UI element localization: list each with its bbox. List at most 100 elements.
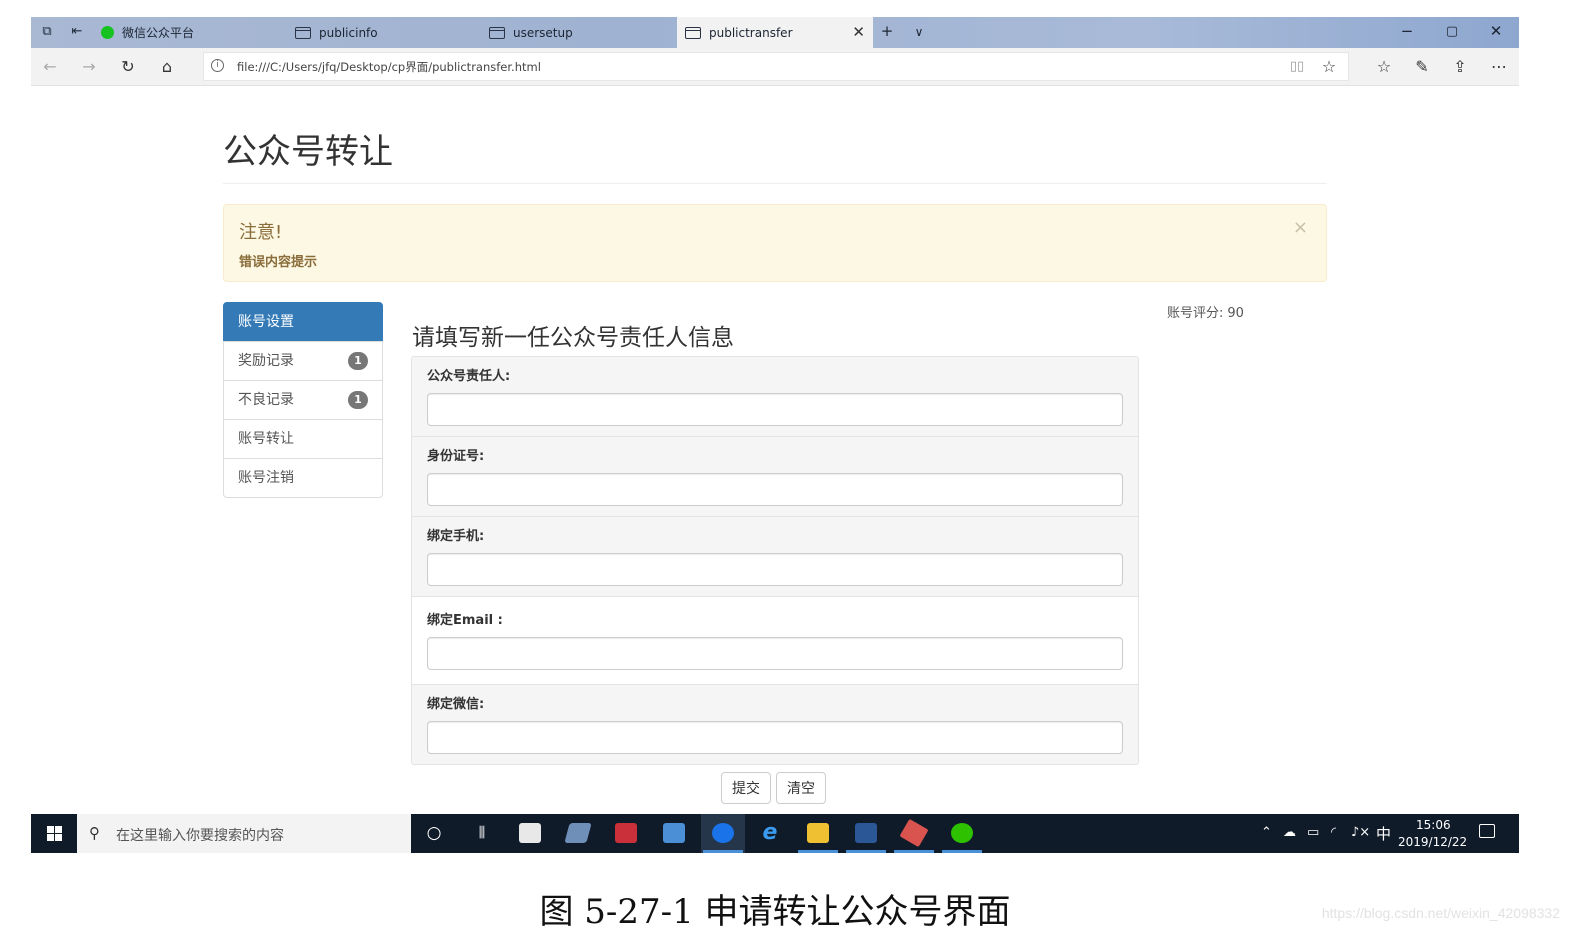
minimize-icon[interactable]: −: [1397, 22, 1417, 40]
sidebar-item-deactivate[interactable]: 账号注销: [223, 458, 383, 498]
owner-label: 公众号责任人:: [427, 369, 511, 384]
title-divider: [223, 183, 1327, 184]
share-icon[interactable]: ⇪: [1449, 57, 1471, 77]
close-tab-icon[interactable]: ✕: [852, 23, 865, 41]
file-explorer-icon[interactable]: [807, 823, 829, 843]
reading-view-icon[interactable]: ▯▯: [1286, 57, 1308, 77]
sidebar-item-label: 账号转让: [238, 431, 294, 447]
url-field[interactable]: i file:///C:/Users/jfq/Desktop/cp界面/publ…: [203, 52, 1349, 81]
windows-taskbar: ⚲ 在这里输入你要搜索的内容 ○ ⫼ e ⌃ ☁ ▭ ◜ ♪× 中 15:06 …: [31, 814, 1519, 853]
volume-muted-icon[interactable]: ♪×: [1351, 825, 1370, 840]
sidebar-item-transfer[interactable]: 账号转让: [223, 419, 383, 459]
transfer-form: 公众号责任人: 身份证号: 绑定手机: 绑定Email : 绑定微信:: [411, 356, 1139, 765]
forward-icon[interactable]: →: [78, 57, 100, 77]
url-text[interactable]: file:///C:/Users/jfq/Desktop/cp界面/public…: [237, 59, 541, 75]
form-group-wechat: 绑定微信:: [412, 685, 1138, 764]
more-menu-icon[interactable]: ⋯: [1488, 57, 1510, 77]
email-input[interactable]: [427, 637, 1123, 670]
wechat-label: 绑定微信:: [427, 697, 485, 712]
wifi-icon[interactable]: ◜: [1331, 825, 1336, 840]
sidebar-item-label: 不良记录: [238, 392, 294, 408]
sidebar-nav: 账号设置 奖励记录 1 不良记录 1 账号转让 账号注销: [223, 302, 383, 498]
clear-button[interactable]: 清空: [776, 772, 826, 804]
battery-icon[interactable]: ▭: [1307, 825, 1319, 840]
page-title: 公众号转让: [223, 132, 393, 172]
edge-icon: [712, 823, 734, 843]
owner-input[interactable]: [427, 393, 1123, 426]
id-number-input[interactable]: [427, 473, 1123, 506]
sidebar-item-rewards[interactable]: 奖励记录 1: [223, 341, 383, 381]
cortana-icon[interactable]: ○: [423, 822, 445, 844]
refresh-icon[interactable]: ↻: [117, 57, 139, 77]
alert-title: 注意!: [239, 222, 283, 243]
watermark: https://blog.csdn.net/weixin_42098332: [1321, 905, 1560, 921]
word-icon[interactable]: [855, 823, 877, 843]
search-icon: ⚲: [89, 824, 100, 842]
wechat-input[interactable]: [427, 721, 1123, 754]
set-aside-tabs-icon[interactable]: ⇤: [69, 24, 85, 40]
page-icon: [489, 26, 505, 39]
wechat-icon[interactable]: [951, 823, 973, 843]
restore-icon[interactable]: ▢: [1442, 24, 1462, 39]
page-content: 公众号转让 注意! 错误内容提示 × 账号设置 奖励记录 1 不良记录 1 账号…: [31, 86, 1519, 814]
score-label: 账号评分:: [1167, 306, 1224, 321]
sidebar-item-label: 账号设置: [238, 314, 294, 330]
windows-start-icon[interactable]: [31, 814, 77, 853]
clock-time[interactable]: 15:06: [1416, 818, 1451, 832]
sidebar-item-label: 奖励记录: [238, 353, 294, 369]
back-icon[interactable]: ←: [39, 57, 61, 77]
store-icon[interactable]: [519, 823, 541, 843]
search-placeholder: 在这里输入你要搜索的内容: [116, 828, 284, 844]
new-tab-icon[interactable]: +: [877, 22, 897, 40]
folder-app-icon[interactable]: [564, 823, 592, 843]
tab-bar: ⧉ ⇤ 微信公众平台 publicinfo usersetup publictr…: [31, 17, 1519, 48]
tab-publicinfo[interactable]: publicinfo: [295, 17, 485, 48]
form-heading: 请填写新一任公众号责任人信息: [412, 325, 734, 351]
form-group-owner: 公众号责任人:: [412, 357, 1138, 437]
favorites-list-icon[interactable]: ☆: [1373, 57, 1395, 77]
tab-publictransfer[interactable]: publictransfer ✕: [677, 17, 873, 48]
home-icon[interactable]: ⌂: [156, 57, 178, 77]
tab-usersetup[interactable]: usersetup: [489, 17, 679, 48]
tab-wechat-platform[interactable]: 微信公众平台: [101, 17, 291, 48]
tab-list-chevron-down-icon[interactable]: ∨: [909, 25, 929, 39]
taskbar-search[interactable]: ⚲ 在这里输入你要搜索的内容: [77, 814, 411, 853]
site-info-icon[interactable]: i: [211, 59, 224, 72]
figure-caption: 图 5-27-1 申请转让公众号界面: [539, 892, 1011, 932]
wechat-favicon-icon: [101, 26, 114, 39]
account-score: 账号评分: 90: [1167, 302, 1244, 321]
tab-label: 微信公众平台: [122, 26, 195, 40]
form-actions: 提交 清空: [721, 772, 826, 804]
notes-pen-icon[interactable]: ✎: [1411, 57, 1433, 77]
page-icon: [295, 26, 311, 39]
clock-date[interactable]: 2019/12/22: [1398, 835, 1467, 849]
phone-label: 绑定手机:: [427, 529, 485, 544]
show-hidden-icons-chevron-up-icon[interactable]: ⌃: [1261, 825, 1272, 840]
close-window-icon[interactable]: ✕: [1486, 22, 1506, 40]
action-center-icon[interactable]: [1479, 824, 1495, 838]
paint-app-icon[interactable]: [899, 818, 929, 848]
tab-actions-icon[interactable]: ⧉: [39, 24, 55, 40]
id-number-label: 身份证号:: [427, 449, 485, 464]
phone-input[interactable]: [427, 553, 1123, 586]
ime-indicator[interactable]: 中: [1376, 823, 1391, 844]
warning-alert: 注意! 错误内容提示 ×: [223, 204, 1327, 282]
page-icon: [685, 26, 701, 39]
tab-label: publicinfo: [319, 25, 378, 40]
form-group-id-number: 身份证号:: [412, 437, 1138, 517]
score-value: 90: [1227, 306, 1244, 321]
form-group-phone: 绑定手机:: [412, 517, 1138, 597]
task-view-icon[interactable]: ⫼: [471, 822, 493, 844]
sidebar-item-account-settings[interactable]: 账号设置: [223, 302, 383, 342]
favorite-star-icon[interactable]: ☆: [1318, 57, 1340, 77]
media-app-icon[interactable]: [615, 823, 637, 843]
mail-icon[interactable]: [663, 823, 685, 843]
address-bar: ← → ↻ ⌂ i file:///C:/Users/jfq/Desktop/c…: [31, 48, 1519, 86]
edge-taskbar-button[interactable]: [701, 814, 745, 853]
sidebar-item-violations[interactable]: 不良记录 1: [223, 380, 383, 420]
submit-button[interactable]: 提交: [721, 772, 771, 804]
ie-icon[interactable]: e: [759, 822, 781, 844]
alert-message: 错误内容提示: [239, 255, 318, 270]
alert-close-icon[interactable]: ×: [1293, 217, 1308, 238]
onedrive-cloud-icon[interactable]: ☁: [1283, 825, 1296, 840]
